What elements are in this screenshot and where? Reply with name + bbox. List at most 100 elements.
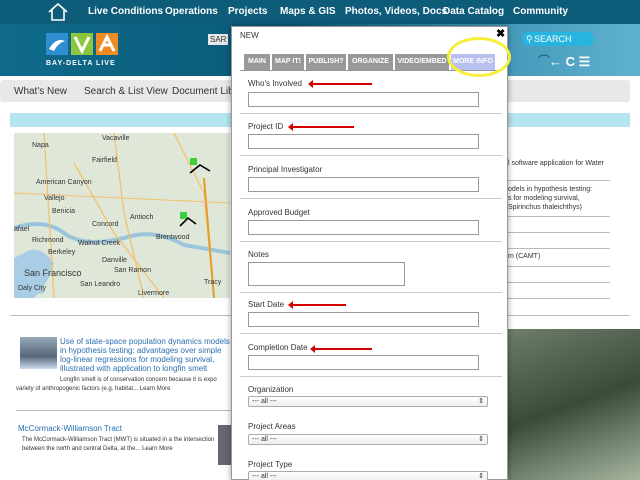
- field-separator: [240, 376, 502, 377]
- organization-select-value: --- all ---: [252, 398, 277, 405]
- start-date-input[interactable]: [248, 312, 479, 327]
- project-id-label: Project ID: [248, 122, 284, 131]
- annotation-arrow: [308, 80, 372, 88]
- divider: [508, 266, 610, 267]
- right-text-line: l software application for Water: [508, 160, 604, 167]
- right-text-line: odels in hypothesis testing:: [508, 186, 593, 193]
- project-type-select-value: --- all ---: [252, 473, 277, 480]
- project-map[interactable]: Vacaville Napa Fairfield American Canyon…: [14, 133, 230, 298]
- map-label: Concord: [92, 221, 119, 228]
- principal-investigator-label: Principal Investigator: [248, 165, 323, 174]
- home-icon[interactable]: [47, 2, 69, 22]
- field-separator: [240, 198, 502, 199]
- map-label: Livermore: [138, 290, 170, 297]
- nav-data-catalog[interactable]: Data Catalog: [443, 6, 504, 17]
- search-button[interactable]: ⚲ SEARCH: [522, 32, 594, 46]
- article-title-link[interactable]: Use of state-space population dynamics m…: [60, 337, 230, 373]
- nav-community[interactable]: Community: [513, 6, 568, 17]
- divider: [508, 216, 610, 217]
- project-areas-select[interactable]: --- all --- ⇕: [248, 434, 488, 445]
- map-label: San Ramon: [114, 267, 151, 274]
- fish-photo[interactable]: [508, 329, 640, 480]
- right-text-line: m (CAMT): [508, 253, 541, 260]
- organization-label: Organization: [248, 385, 294, 394]
- divider: [16, 410, 231, 411]
- map-label: Brentwood: [156, 234, 190, 241]
- map-label: San Leandro: [80, 281, 121, 288]
- divider: [508, 282, 610, 283]
- nav-operations[interactable]: Operations: [165, 6, 218, 17]
- submenu-search-list-view[interactable]: Search & List View: [84, 86, 168, 97]
- map-label: Berkeley: [48, 249, 76, 256]
- tab-map-it[interactable]: MAP IT!: [272, 54, 304, 70]
- notes-label: Notes: [248, 250, 269, 259]
- mccormack-thumbnail[interactable]: [218, 425, 232, 465]
- map-label: afael: [14, 226, 30, 233]
- select-arrow-icon: ⇕: [478, 473, 484, 480]
- map-label: Daly City: [18, 285, 47, 292]
- header-search-partial[interactable]: SAR: [208, 34, 229, 45]
- header-action-icons[interactable]: ← C ☰: [549, 54, 590, 70]
- article-summary: Longfin smelt is of conservation concern…: [16, 376, 231, 394]
- nav-live-conditions[interactable]: Live Conditions: [88, 6, 163, 17]
- tab-publish[interactable]: PUBLISH?: [306, 54, 346, 70]
- article-body-line: variety of anthropogenic factors (e.g. h…: [16, 386, 171, 392]
- completion-date-label: Completion Date: [248, 343, 308, 352]
- mccormack-title-link[interactable]: McCormack-Williamson Tract: [18, 424, 122, 433]
- divider: [508, 232, 610, 233]
- organization-select[interactable]: --- all --- ⇕: [248, 396, 488, 407]
- new-item-modal: NEW ✖ MAIN MAP IT! PUBLISH? ORGANIZE VID…: [231, 26, 508, 480]
- nav-maps-gis[interactable]: Maps & GIS: [280, 6, 336, 17]
- tab-video-embed[interactable]: VIDEO/EMBED: [395, 54, 449, 70]
- map-label: Richmond: [32, 237, 64, 244]
- approved-budget-input[interactable]: [248, 220, 479, 235]
- field-separator: [240, 113, 502, 114]
- submenu-whats-new[interactable]: What's New: [14, 86, 67, 97]
- start-date-label: Start Date: [248, 300, 285, 309]
- project-id-input[interactable]: [248, 134, 479, 149]
- field-separator: [240, 292, 502, 293]
- divider: [508, 298, 610, 299]
- logo-text: BAY-DELTA LIVE: [46, 60, 116, 67]
- approved-budget-label: Approved Budget: [248, 208, 310, 217]
- nav-projects[interactable]: Projects: [228, 6, 267, 17]
- nav-photos-videos-docs[interactable]: Photos, Videos, Docs: [345, 6, 447, 17]
- select-arrow-icon: ⇕: [478, 398, 484, 405]
- map-label: Napa: [32, 142, 49, 149]
- modal-title: NEW: [240, 31, 259, 40]
- divider: [508, 180, 610, 181]
- tab-main[interactable]: MAIN: [244, 54, 270, 70]
- search-icon: ⚲: [526, 34, 533, 44]
- notes-textarea[interactable]: [248, 262, 405, 286]
- project-areas-select-value: --- all ---: [252, 436, 277, 443]
- map-label: Fairfield: [92, 157, 117, 164]
- field-separator: [240, 241, 502, 242]
- map-label: Vallejo: [44, 195, 65, 202]
- map-label: American Canyon: [36, 179, 92, 186]
- project-type-select[interactable]: --- all --- ⇕: [248, 471, 488, 480]
- tab-organize[interactable]: ORGANIZE: [348, 54, 393, 70]
- select-arrow-icon: ⇕: [478, 436, 484, 443]
- map-label: Walnut Creek: [78, 240, 121, 247]
- whos-involved-label: Who's Involved: [248, 79, 302, 88]
- search-button-label: SEARCH: [534, 34, 572, 44]
- field-separator: [240, 333, 502, 334]
- divider: [508, 248, 610, 249]
- map-label: Danville: [102, 257, 127, 264]
- article-thumbnail[interactable]: [20, 337, 57, 369]
- completion-date-input[interactable]: [248, 355, 479, 370]
- principal-investigator-input[interactable]: [248, 177, 479, 192]
- map-label: Vacaville: [102, 135, 130, 142]
- project-areas-label: Project Areas: [248, 422, 296, 431]
- right-text-line: s for modeling survival,: [508, 195, 580, 202]
- bay-delta-logo[interactable]: [46, 31, 118, 59]
- annotation-circle: [447, 37, 511, 77]
- mccormack-summary: The McCormack-Williamson Tract (MWT) is …: [22, 437, 215, 452]
- annotation-arrow: [310, 345, 372, 353]
- map-label: San Francisco: [24, 268, 82, 278]
- annotation-arrow: [288, 123, 354, 131]
- map-label: Antioch: [130, 214, 154, 221]
- whos-involved-input[interactable]: [248, 92, 479, 107]
- map-label: Benicia: [52, 208, 75, 215]
- close-icon[interactable]: ✖: [496, 27, 505, 40]
